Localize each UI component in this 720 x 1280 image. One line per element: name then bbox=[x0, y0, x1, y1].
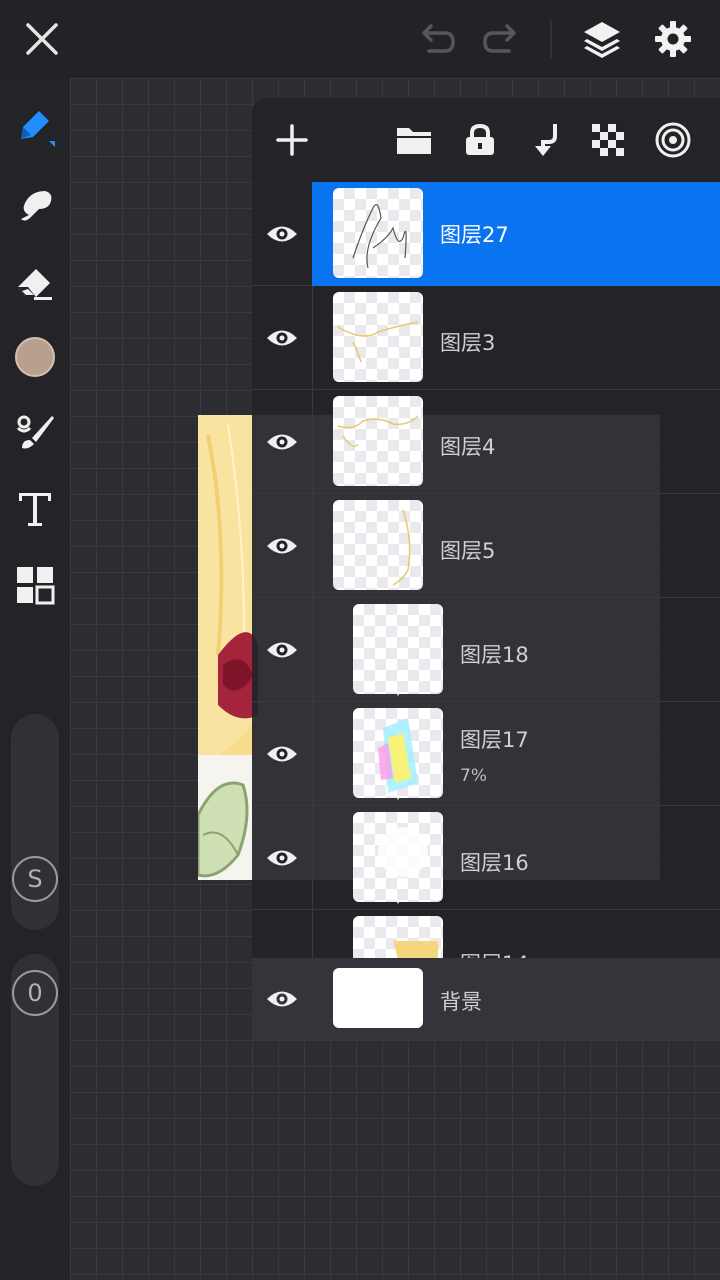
layer-body[interactable]: 图层27 bbox=[312, 182, 720, 286]
layer-thumbnail bbox=[353, 812, 443, 902]
redo-icon[interactable] bbox=[476, 14, 526, 64]
layer-opacity: 7% bbox=[460, 766, 487, 786]
layer-row[interactable]: 图层17 7% bbox=[252, 702, 720, 806]
grid-icon[interactable] bbox=[10, 560, 60, 610]
size-slider-knob[interactable]: S bbox=[12, 856, 58, 902]
folder-icon[interactable] bbox=[389, 115, 439, 165]
layer-body[interactable]: 图层3 bbox=[312, 286, 720, 390]
layer-body[interactable]: 图层4 bbox=[312, 390, 720, 494]
layer-row[interactable]: 图层3 bbox=[252, 286, 720, 390]
eye-icon[interactable] bbox=[260, 833, 304, 883]
layers-icon[interactable] bbox=[577, 14, 627, 64]
brush-icon[interactable] bbox=[10, 102, 60, 152]
layer-name: 图层17 bbox=[460, 728, 529, 752]
eye-icon[interactable] bbox=[260, 942, 304, 958]
brush-library-icon[interactable] bbox=[10, 408, 60, 458]
layer-body[interactable]: 图层5 bbox=[312, 494, 720, 598]
layer-name: 图层14 bbox=[460, 948, 529, 958]
layer-body[interactable]: 图层16 bbox=[312, 806, 720, 910]
layer-thumbnail bbox=[333, 292, 423, 382]
eye-icon[interactable] bbox=[260, 313, 304, 363]
layer-thumbnail bbox=[333, 188, 423, 278]
layer-body[interactable]: 图层18 bbox=[312, 598, 720, 702]
layer-thumbnail bbox=[353, 916, 443, 958]
layers-panel: 图层27 图层3 图层4 图层5 图层18 图层17 7% 图层16 背景 bbox=[252, 98, 720, 1040]
eye-icon[interactable] bbox=[260, 417, 304, 467]
layer-body[interactable]: 图层14 bbox=[312, 910, 720, 958]
layer-name: 图层27 bbox=[440, 223, 509, 247]
eye-icon[interactable] bbox=[260, 209, 304, 259]
eye-icon[interactable] bbox=[260, 974, 304, 1024]
layer-row[interactable]: 图层16 bbox=[252, 806, 720, 910]
color-swatch[interactable] bbox=[10, 332, 60, 382]
layer-body[interactable]: 图层17 7% bbox=[312, 702, 720, 806]
eraser-icon[interactable] bbox=[10, 258, 60, 308]
lock-icon[interactable] bbox=[455, 115, 505, 165]
layer-name: 图层5 bbox=[440, 539, 496, 563]
layer-row[interactable]: 图层4 bbox=[252, 390, 720, 494]
left-toolbar: S 0 bbox=[0, 78, 70, 1280]
layer-row[interactable]: 图层27 bbox=[252, 182, 720, 286]
add-layer-icon[interactable] bbox=[267, 115, 317, 165]
opacity-slider-knob[interactable]: 0 bbox=[12, 970, 58, 1016]
eye-icon[interactable] bbox=[260, 521, 304, 571]
clip-mask-icon[interactable] bbox=[520, 115, 570, 165]
layer-thumbnail bbox=[353, 708, 443, 798]
undo-icon[interactable] bbox=[412, 14, 462, 64]
layers-toolbar bbox=[252, 98, 720, 182]
transparency-icon[interactable] bbox=[583, 115, 633, 165]
eye-icon[interactable] bbox=[260, 625, 304, 675]
layer-row[interactable]: 图层14 bbox=[252, 910, 720, 958]
layer-name: 图层18 bbox=[460, 643, 529, 667]
settings-icon[interactable] bbox=[648, 14, 698, 64]
eye-icon[interactable] bbox=[260, 729, 304, 779]
layer-row[interactable]: 图层5 bbox=[252, 494, 720, 598]
close-icon[interactable] bbox=[17, 14, 67, 64]
background-layer-name: 背景 bbox=[440, 990, 482, 1014]
top-bar bbox=[0, 0, 720, 78]
layer-name: 图层3 bbox=[440, 331, 496, 355]
smudge-icon[interactable] bbox=[10, 180, 60, 230]
background-layer-row[interactable]: 背景 bbox=[252, 958, 720, 1040]
toolbar-divider bbox=[550, 20, 552, 58]
blend-icon[interactable] bbox=[648, 115, 698, 165]
layer-name: 图层16 bbox=[460, 851, 529, 875]
text-icon[interactable] bbox=[10, 484, 60, 534]
layer-thumbnail bbox=[333, 500, 423, 590]
layer-thumbnail bbox=[333, 396, 423, 486]
background-thumbnail bbox=[333, 968, 423, 1028]
layer-row[interactable]: 图层18 bbox=[252, 598, 720, 702]
layer-thumbnail bbox=[353, 604, 443, 694]
layer-name: 图层4 bbox=[440, 435, 496, 459]
